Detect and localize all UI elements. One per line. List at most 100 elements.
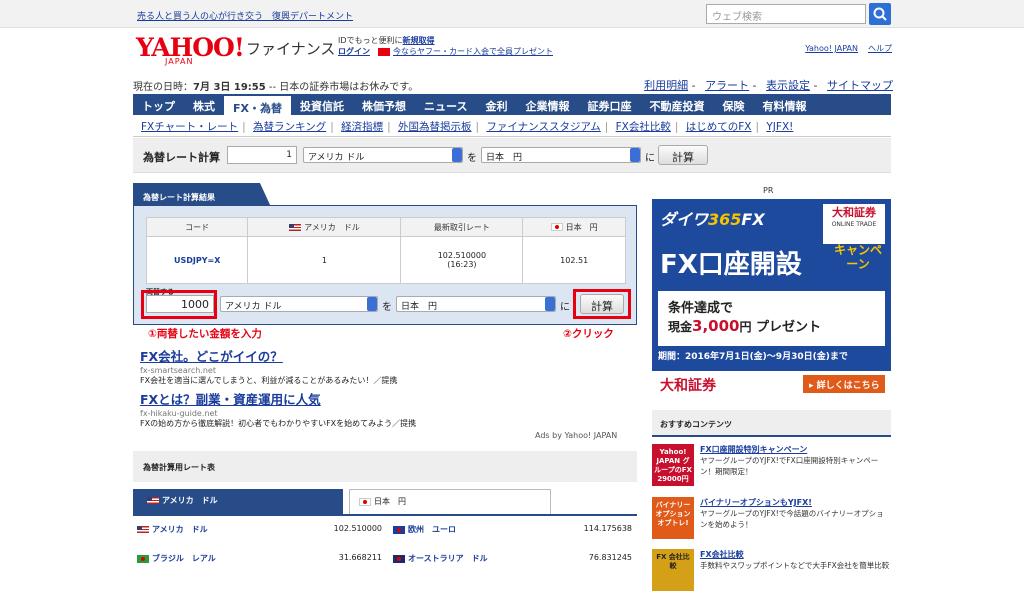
ad-title-link[interactable]: FX会社。どこがイイの？ [140, 349, 283, 364]
nav-realestate[interactable]: 不動産投資 [640, 94, 713, 115]
rate-name-link[interactable]: 欧州 ユーロ [408, 525, 456, 534]
ad-title-link[interactable]: FXとは？副業・資産運用に人気 [140, 392, 321, 407]
rate-value: 102.510000 [333, 524, 382, 533]
ad-desc: FXの始め方から徹底解説！初心者でもわかりやすいFXを始めてみよう／提携 [140, 419, 417, 428]
exchange-from-value: アメリカ ドル [225, 302, 282, 312]
calc-label: 為替レート計算 [143, 151, 220, 164]
us-flag-icon [147, 497, 159, 504]
highlight-button [573, 289, 631, 319]
id-line: IDでもっと便利に新規取得 [338, 35, 435, 46]
logo-sub: JAPAN [165, 57, 194, 66]
promo-link[interactable]: 売る人と買う人の心が行き交う 復興デパートメント [137, 9, 353, 22]
result-header: 為替レート計算結果 [133, 183, 637, 207]
au-flag-icon [393, 554, 405, 563]
statement-link[interactable]: 利用明細 [644, 79, 688, 92]
ad-url: fx-smartsearch.net [140, 366, 216, 375]
subnav-chart[interactable]: FXチャート・レート [141, 121, 238, 133]
recommend-desc: ヤフーグループのYJFX!でFX口座開設特別キャンペーン！期間限定！ [700, 456, 879, 476]
recommend-title-link[interactable]: FX会社比較 [700, 549, 744, 560]
banner-more-button[interactable]: ▸ 詳しくはこちら [803, 375, 885, 393]
result-table: コード アメリカ ドル 最新取引レート 日本 円 USDJPY=X 1 102.… [145, 217, 626, 284]
ad-banner[interactable]: ダイワ365FX 大和証券 ONLINE TRADE FX口座開設 キャンペーン … [652, 199, 891, 398]
card-icon [378, 47, 390, 56]
register-link[interactable]: 新規取得 [403, 36, 435, 45]
exchange-to-select[interactable]: 日本 円 [396, 296, 556, 312]
rate-name: アメリカ ドル [137, 524, 208, 535]
rate-name-link[interactable]: ブラジル レアル [152, 554, 216, 563]
tab-usd[interactable]: アメリカ ドル [133, 489, 343, 514]
recommend-title-link[interactable]: バイナリーオプションもYJFX! [700, 497, 812, 508]
alert-link[interactable]: アラート [705, 79, 749, 92]
to-currency-select[interactable]: 日本 円 [481, 147, 641, 163]
subnav-yjfx[interactable]: YJFX! [766, 121, 793, 133]
nav-insurance[interactable]: 保険 [713, 94, 753, 115]
nav-company[interactable]: 企業情報 [516, 94, 578, 115]
nav-news[interactable]: ニュース [415, 94, 476, 115]
search-button[interactable] [869, 3, 891, 25]
pair-link[interactable]: USDJPY=X [174, 256, 220, 265]
exchange-to-value: 日本 円 [401, 302, 438, 312]
tab-jpy-label: 日本 円 [374, 497, 406, 506]
ad-item: FX会社。どこがイイの？ fx-smartsearch.net FX会社を適当に… [140, 346, 397, 386]
subnav-stadium[interactable]: ファイナンススタジアム [486, 121, 600, 133]
display-settings-link[interactable]: 表示設定 [766, 79, 810, 92]
result-rate: 102.510000 (16:23) [400, 236, 524, 284]
help-link[interactable]: ヘルプ [868, 44, 892, 53]
banner-cash-prefix: 現金 [668, 320, 693, 334]
nav-stocks[interactable]: 株式 [184, 94, 224, 115]
amount-input[interactable]: 1 [227, 146, 297, 164]
recommend-item[interactable]: バイナリーオプション オプトレ! バイナリーオプションもYJFX! ヤフーグルー… [652, 497, 891, 547]
banner-brand-num: 365 [708, 210, 742, 229]
col-quote: 日本 円 [522, 217, 626, 237]
chevron-down-icon [452, 148, 462, 162]
search-input[interactable]: ウェブ検索 [706, 4, 866, 24]
login-link[interactable]: ログイン [338, 47, 370, 56]
nav-brokerage[interactable]: 証券口座 [578, 94, 640, 115]
col-base-label: アメリカ ドル [304, 222, 360, 232]
rate-name-link[interactable]: アメリカ ドル [152, 525, 208, 534]
subnav-indicators[interactable]: 経済指標 [341, 121, 383, 133]
calc-bar: 為替レート計算 1 アメリカ ドル を 日本 円 に 計算 [133, 138, 891, 173]
nav-rates[interactable]: 金利 [476, 94, 516, 115]
br-flag-icon [137, 554, 149, 563]
market-status: -- 日本の証券市場はお休みです。 [265, 82, 419, 93]
yahoo-japan-link[interactable]: Yahoo! JAPAN [805, 44, 858, 53]
recommend-title-link[interactable]: FX口座開設特別キャンペーン [700, 444, 807, 455]
rate-name-link[interactable]: オーストラリア ドル [408, 554, 488, 563]
banner-offer: 条件達成で 現金3,000円 プレゼント [658, 291, 885, 346]
banner-company: 大和証券 [660, 378, 716, 394]
nav-premium[interactable]: 有料情報 [753, 94, 815, 115]
result-base: 1 [247, 236, 402, 284]
tab-jpy[interactable]: 日本 円 [349, 489, 551, 516]
ad-item: FXとは？副業・資産運用に人気 fx-hikaku-guide.net FXの始… [140, 389, 416, 429]
chevron-down-icon [545, 297, 555, 311]
nav-forecast[interactable]: 株価予想 [353, 94, 415, 115]
banner-cond: 条件達成で [668, 301, 734, 316]
nav-funds[interactable]: 投資信託 [291, 94, 353, 115]
nav-top[interactable]: トップ [133, 94, 184, 115]
recommend-thumb: FX 会社比較 [652, 549, 694, 591]
sitemap-link[interactable]: サイトマップ [827, 79, 893, 92]
subnav-ranking[interactable]: 為替ランキング [253, 121, 326, 133]
banner-cash-amount: 3,000 [692, 317, 740, 335]
ad-url: fx-hikaku-guide.net [140, 409, 218, 418]
tab-underline [133, 514, 637, 516]
from-currency-select[interactable]: アメリカ ドル [303, 147, 463, 163]
subnav-compare[interactable]: FX会社比較 [616, 121, 671, 133]
subnav-beginner[interactable]: はじめてのFX [686, 121, 752, 133]
recommend-item[interactable]: FX 会社比較 FX会社比較 手数料やスワップポイントなどで大手FX会社を簡単比… [652, 549, 891, 599]
subnav-board[interactable]: 外国為替掲示板 [398, 121, 472, 133]
tab-usd-label: アメリカ ドル [162, 496, 218, 505]
banner-headline: FX口座開設 [660, 250, 802, 280]
recommend-item[interactable]: Yahoo! JAPAN グループのFX 29000円 FX口座開設特別キャンペ… [652, 444, 891, 494]
nav-fx[interactable]: FX・為替 [224, 94, 291, 115]
ads-by: Ads by Yahoo! JAPAN [535, 431, 618, 440]
main-nav: トップ 株式 FX・為替 投資信託 株価予想 ニュース 金利 企業情報 証券口座… [133, 94, 891, 115]
col-base: アメリカ ドル [247, 217, 402, 237]
calc-button[interactable]: 計算 [658, 145, 708, 165]
card-promo-link[interactable]: 今ならヤフー・カード入会で全員プレゼント [393, 47, 553, 56]
exchange-from-select[interactable]: アメリカ ドル [220, 296, 378, 312]
top-bar: 売る人と買う人の心が行き交う 復興デパートメント ウェブ検索 [0, 0, 1024, 28]
daiwa-logo-text: 大和証券 [832, 206, 876, 219]
id-text: IDでもっと便利に [338, 36, 403, 45]
